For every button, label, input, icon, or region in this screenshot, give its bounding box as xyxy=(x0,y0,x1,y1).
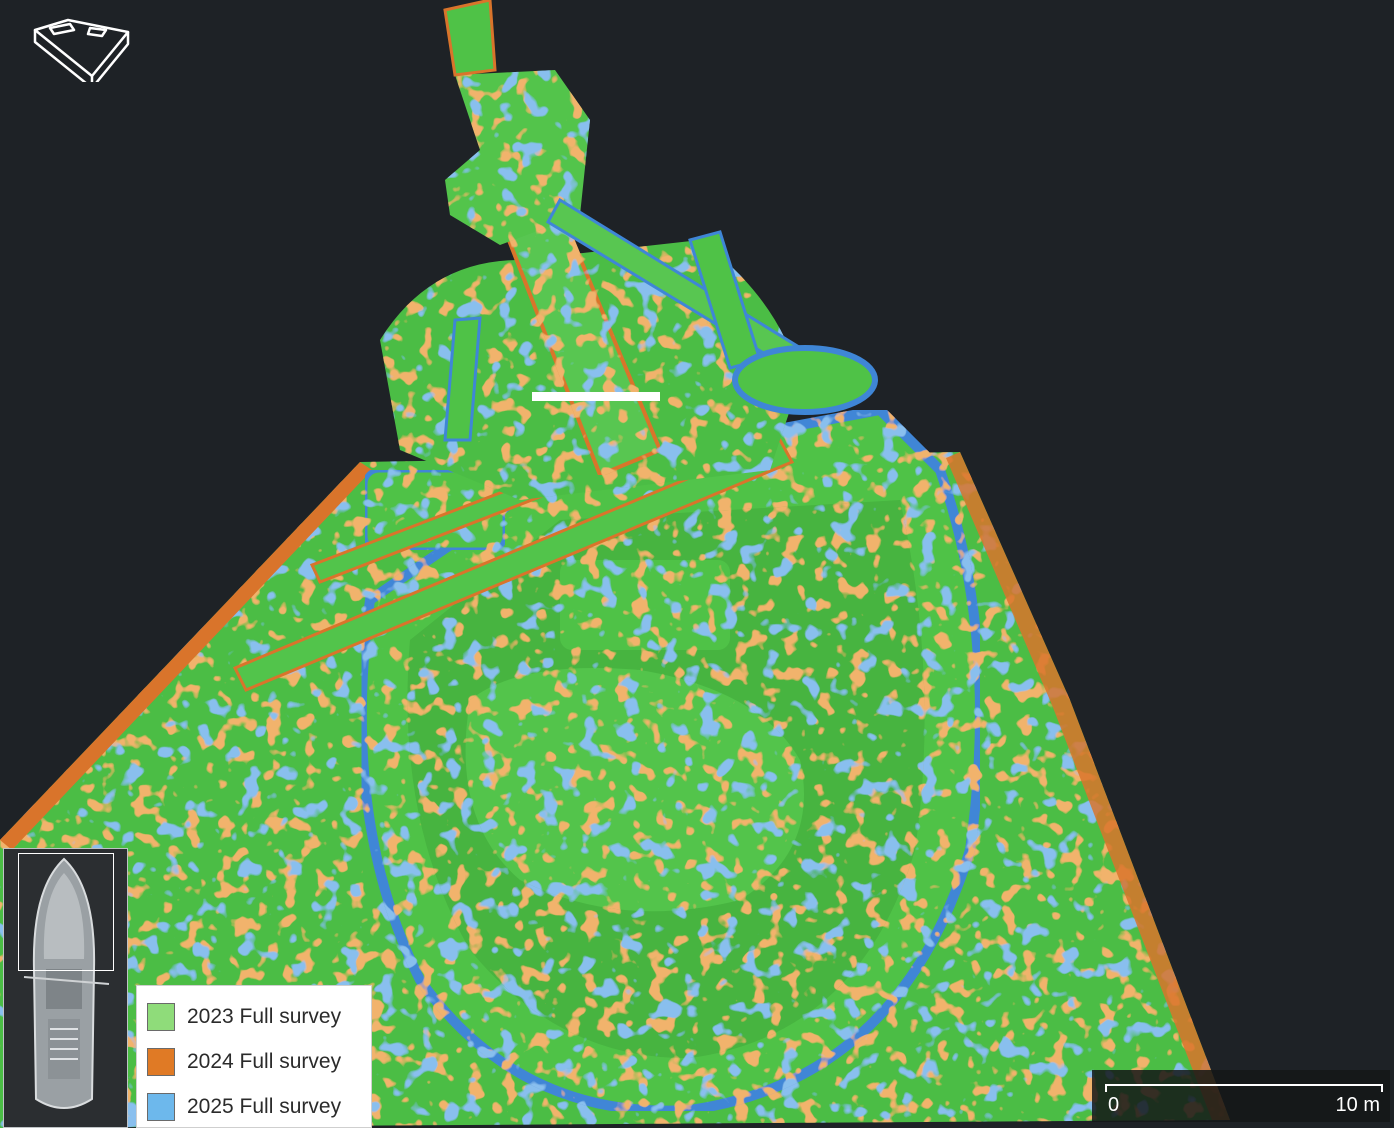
legend-label: 2024 Full survey xyxy=(187,1049,342,1073)
wreck-point-cloud-scene[interactable] xyxy=(0,0,1394,1128)
minimap-view-frame[interactable] xyxy=(18,853,114,971)
minimap[interactable] xyxy=(3,848,128,1128)
legend-item-2024[interactable]: 2024 Full survey xyxy=(147,1039,361,1084)
legend-item-2023[interactable]: 2023 Full survey xyxy=(147,994,361,1039)
scale-min-label: 0 xyxy=(1108,1094,1120,1116)
legend-item-2025[interactable]: 2025 Full survey xyxy=(147,1084,361,1128)
scale-max-label: 10 m xyxy=(1335,1094,1380,1116)
scale-bar: 0 10 m xyxy=(1092,1070,1390,1122)
legend-swatch-2024 xyxy=(147,1047,175,1076)
survey-legend: 2023 Full survey 2024 Full survey 2025 F… xyxy=(136,985,372,1128)
legend-label: 2023 Full survey xyxy=(187,1004,342,1028)
mast-top xyxy=(443,0,497,77)
nav-cube-icon[interactable] xyxy=(30,18,134,90)
bow-fitting xyxy=(732,345,878,415)
deck-block-2 xyxy=(560,560,730,650)
legend-swatch-2025 xyxy=(147,1092,175,1121)
point-cloud-viewport[interactable]: 2023 Full survey 2024 Full survey 2025 F… xyxy=(0,0,1394,1128)
scale-bar-line xyxy=(1105,1084,1383,1092)
legend-swatch-2023 xyxy=(147,1002,175,1031)
legend-label: 2025 Full survey xyxy=(187,1094,342,1118)
measurement-marker xyxy=(532,392,660,401)
